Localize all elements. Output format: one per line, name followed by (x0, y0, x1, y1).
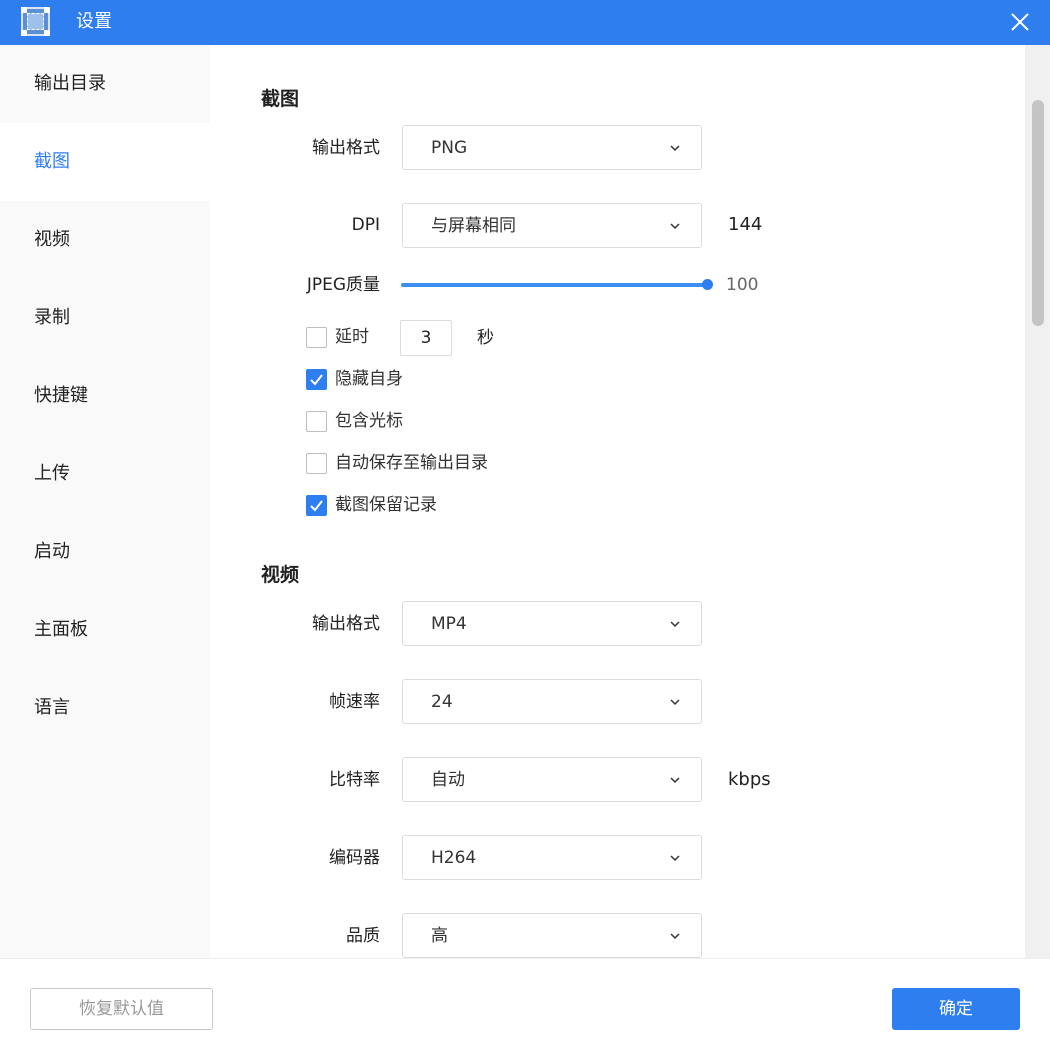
frame-rate-select[interactable]: 24 (402, 679, 702, 724)
quality-select[interactable]: 高 (402, 913, 702, 958)
encoder-label: 编码器 (329, 848, 380, 868)
chevron-down-icon (669, 220, 681, 232)
select-value: MP4 (431, 614, 467, 634)
select-value: 高 (431, 926, 448, 946)
chevron-down-icon (669, 696, 681, 708)
slider-fill (401, 283, 708, 287)
select-value: 24 (431, 692, 453, 712)
bitrate-select[interactable]: 自动 (402, 757, 702, 802)
hide-self-label: 隐藏自身 (335, 369, 403, 389)
keep-history-checkbox-row[interactable]: 截图保留记录 (306, 495, 456, 517)
include-cursor-label: 包含光标 (335, 411, 403, 431)
hide-self-checkbox[interactable] (306, 369, 327, 390)
select-value: PNG (431, 138, 468, 158)
output-format-label: 输出格式 (312, 138, 380, 158)
bitrate-unit: kbps (728, 769, 771, 790)
delay-checkbox[interactable] (306, 327, 327, 348)
auto-save-checkbox[interactable] (306, 453, 327, 474)
select-value: 自动 (431, 770, 465, 790)
window-title: 设置 (76, 11, 112, 32)
close-icon (1011, 13, 1029, 31)
title-bar: 设置 (0, 0, 1050, 45)
chevron-down-icon (669, 930, 681, 942)
chevron-down-icon (669, 774, 681, 786)
auto-save-checkbox-row[interactable]: 自动保存至输出目录 (306, 453, 506, 475)
dpi-label: DPI (351, 215, 380, 235)
jpeg-quality-slider[interactable] (401, 278, 713, 292)
delay-unit: 秒 (477, 328, 494, 348)
restore-defaults-button[interactable]: 恢复默认值 (30, 988, 213, 1030)
sidebar-item-startup[interactable]: 启动 (0, 513, 210, 591)
select-value: 与屏幕相同 (431, 216, 516, 236)
close-button[interactable] (1006, 8, 1034, 36)
bitrate-label: 比特率 (329, 770, 380, 790)
slider-handle[interactable] (702, 279, 713, 290)
delay-label: 延时 (335, 327, 369, 347)
section-title-video: 视频 (261, 564, 300, 586)
auto-save-label: 自动保存至输出目录 (335, 453, 488, 473)
app-icon (21, 7, 50, 36)
jpeg-quality-label: JPEG质量 (306, 275, 380, 295)
sidebar-item-upload[interactable]: 上传 (0, 435, 210, 513)
section-title-screenshot: 截图 (261, 88, 300, 110)
frame-rate-label: 帧速率 (329, 692, 380, 712)
sidebar-item-main-panel[interactable]: 主面板 (0, 591, 210, 669)
keep-history-checkbox[interactable] (306, 495, 327, 516)
ok-button[interactable]: 确定 (892, 988, 1020, 1030)
sidebar-item-output-dir[interactable]: 输出目录 (0, 45, 210, 123)
sidebar-item-language[interactable]: 语言 (0, 669, 210, 747)
dpi-select[interactable]: 与屏幕相同 (402, 203, 702, 248)
video-format-select[interactable]: MP4 (402, 601, 702, 646)
chevron-down-icon (669, 142, 681, 154)
select-value: H264 (431, 848, 477, 868)
screenshot-format-select[interactable]: PNG (402, 125, 702, 170)
sidebar-item-hotkeys[interactable]: 快捷键 (0, 357, 210, 435)
jpeg-quality-value: 100 (726, 275, 759, 295)
scrollbar-thumb[interactable] (1032, 100, 1044, 326)
keep-history-label: 截图保留记录 (335, 495, 437, 515)
chevron-down-icon (669, 852, 681, 864)
delay-checkbox-row[interactable]: 延时 (306, 327, 376, 349)
quality-label: 品质 (346, 926, 380, 946)
video-format-label: 输出格式 (312, 614, 380, 634)
sidebar-item-screenshot[interactable]: 截图 (0, 123, 210, 201)
include-cursor-checkbox[interactable] (306, 411, 327, 432)
include-cursor-checkbox-row[interactable]: 包含光标 (306, 411, 426, 433)
delay-seconds-input[interactable] (400, 320, 452, 356)
sidebar-item-video[interactable]: 视频 (0, 201, 210, 279)
chevron-down-icon (669, 618, 681, 630)
sidebar: 输出目录 截图 视频 录制 快捷键 上传 启动 主面板 语言 (0, 45, 210, 958)
encoder-select[interactable]: H264 (402, 835, 702, 880)
sidebar-item-recording[interactable]: 录制 (0, 279, 210, 357)
dpi-readout: 144 (728, 214, 763, 235)
hide-self-checkbox-row[interactable]: 隐藏自身 (306, 369, 426, 391)
